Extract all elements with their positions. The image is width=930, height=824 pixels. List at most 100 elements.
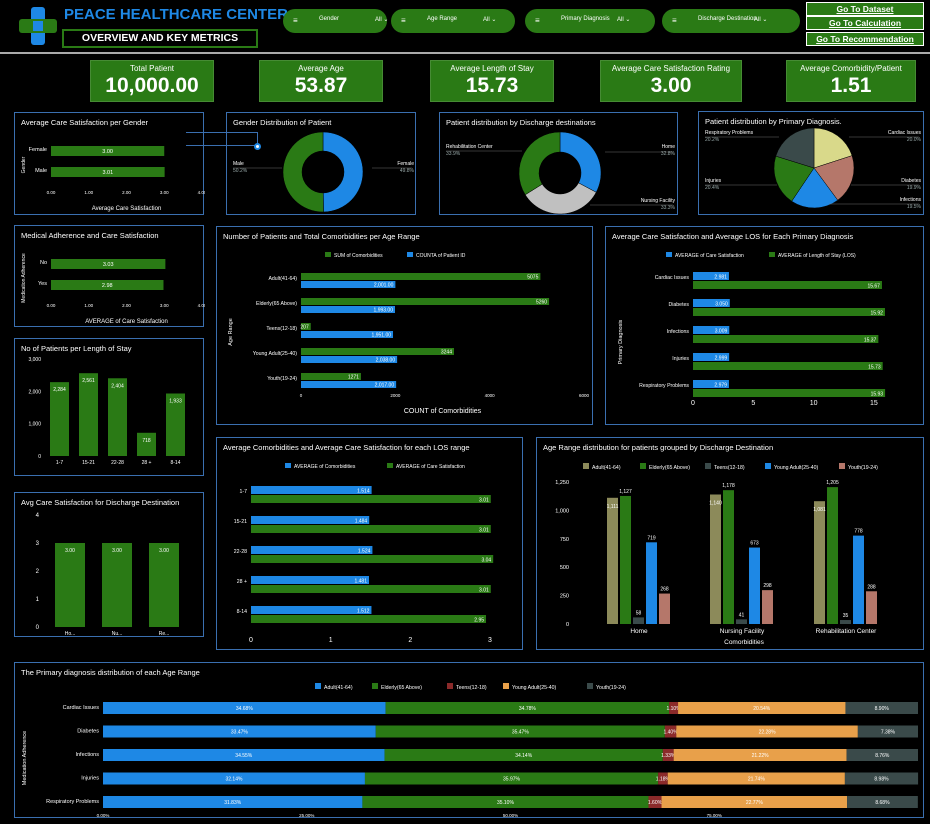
tick-label: 15: [870, 400, 878, 407]
category-label: Yes: [38, 281, 47, 287]
filter-primary-diagnosis[interactable]: ≡ Primary Diagnosis All ⌄: [525, 9, 655, 33]
data-label: 3.00: [159, 548, 169, 554]
bar: [853, 535, 864, 624]
tick-label: 0: [38, 454, 41, 460]
legend-label: COUNTA of Patient ID: [416, 253, 466, 259]
go-to-recommendation-button[interactable]: Go To Recommendation: [806, 32, 924, 46]
filter-age-range[interactable]: ≡ Age Range All ⌄: [391, 9, 515, 33]
chart-care-satisfaction-gender: Female 3.00 Male 3.01 0.00 1.00 2.00 3.00 4.00 Av…: [21, 146, 207, 212]
kpi-average-los: Average Length of Stay 15.73: [430, 60, 554, 102]
category-label: 22-28: [234, 549, 247, 555]
bar: [251, 546, 373, 554]
data-label: 5075: [527, 275, 538, 281]
category-label: Cardiac Issues: [63, 705, 100, 711]
filter-value: All ⌄: [375, 17, 389, 23]
data-label: 1.484: [355, 519, 368, 525]
data-label: 2,284: [53, 387, 66, 393]
chart-age-range-comorbidities: SUM of Comorbidities COUNTA of Patient ID…: [228, 252, 590, 415]
category-label: 1-7: [56, 460, 63, 466]
data-label: 35.97%: [503, 777, 521, 783]
data-label: 8.98%: [874, 777, 889, 783]
connector-line: [186, 132, 258, 146]
chart-los-comorbidities: AVERAGE of Comorbidities AVERAGE of Care …: [234, 463, 494, 644]
bar: [50, 382, 69, 456]
pie-slice: [518, 131, 561, 196]
slice-label: Diabetes: [901, 178, 921, 184]
bar: [251, 606, 372, 614]
data-label: 2,017.00: [375, 383, 395, 389]
data-label: 8.76%: [875, 753, 890, 759]
data-label: 33.47%: [231, 730, 249, 736]
legend-swatch: [447, 683, 453, 689]
go-to-dataset-button[interactable]: Go To Dataset: [806, 2, 924, 16]
tick-label: 1.00: [84, 190, 93, 195]
data-label: 22.28%: [759, 730, 777, 736]
data-label: 7.38%: [881, 730, 896, 736]
category-label: Respiratory Problems: [46, 799, 99, 805]
slice-pct-label: 20.2%: [705, 137, 720, 143]
bar: [827, 487, 838, 624]
tick-label: 0: [249, 637, 253, 644]
panel-diagnosis-age-range: The Primary diagnosis distribution of ea…: [14, 662, 924, 818]
tick-label: 250: [560, 594, 569, 600]
data-label: 3.03: [103, 262, 114, 268]
tick-label: 2000: [390, 393, 401, 398]
filter-gender[interactable]: ≡ Gender All ⌄: [283, 9, 389, 33]
chart-discharge-satisfaction: 0 1 2 3 4 3.00 Ho... 3.00 Nu... 3.00 Re...: [36, 513, 179, 637]
tick-label: 2.00: [122, 190, 131, 195]
legend-label: Elderly(65 Above): [381, 685, 422, 691]
filter-discharge-destination[interactable]: ≡ Discharge Destination All ⌄: [662, 9, 800, 33]
category-label: 28 +: [142, 460, 152, 466]
data-label: 15.37: [864, 338, 877, 344]
category-label: Female: [29, 147, 47, 153]
category-label: 28 +: [237, 579, 247, 585]
bar: [251, 495, 491, 503]
tick-label: 1,000: [555, 508, 569, 514]
kpi-total-patient: Total Patient 10,000.00: [90, 60, 214, 102]
tick-label: 0.00%: [97, 813, 110, 818]
bar: [693, 389, 886, 397]
legend-swatch: [587, 683, 593, 689]
category-label: 8-14: [237, 609, 247, 615]
category-label: Teens(12-18): [266, 326, 297, 332]
bar: [723, 490, 734, 624]
tick-label: 2.00: [122, 303, 131, 308]
category-label: Injuries: [672, 356, 689, 362]
data-label: 778: [854, 529, 863, 535]
bar: [693, 335, 879, 343]
data-label: 32.14%: [225, 777, 243, 783]
tick-label: 3.00: [160, 190, 169, 195]
data-label: 3.00: [65, 548, 75, 554]
tick-label: 2,000: [28, 389, 41, 395]
chart-los-patients: 0 1,000 2,000 3,000 2,284 1-7 2,561 15-21 2,404 2…: [28, 357, 185, 466]
data-label: 3.050: [715, 302, 728, 308]
category-label: 15-21: [82, 460, 95, 466]
legend-swatch: [407, 252, 413, 257]
category-label: Rehabilitation Center: [816, 628, 878, 635]
legend-label: Teens(12-18): [714, 465, 745, 471]
bar: [762, 590, 773, 624]
legend-swatch: [503, 683, 509, 689]
data-label: 3.009: [715, 329, 728, 335]
data-label: 207: [300, 325, 309, 331]
bar: [814, 501, 825, 624]
go-to-calculation-button[interactable]: Go To Calculation: [806, 16, 924, 30]
data-label: 41: [739, 612, 745, 618]
data-label: 1,178: [722, 483, 735, 489]
legend-swatch: [839, 463, 845, 469]
data-label: 719: [647, 535, 656, 541]
data-label: 34.68%: [236, 706, 254, 712]
slice-label: Home: [662, 144, 676, 150]
legend-swatch: [372, 683, 378, 689]
bar: [620, 495, 631, 624]
bar: [251, 615, 487, 623]
pie-slice: [322, 131, 364, 213]
bar: [693, 308, 885, 316]
tick-label: 1: [36, 597, 40, 603]
slice-label: Female: [397, 161, 414, 167]
bar: [108, 378, 127, 456]
data-label: 2,001.00: [374, 283, 394, 289]
chart-gender-distribution: Female49.8% Male50.2%: [233, 131, 415, 213]
legend-label: Young Adult(25-40): [774, 465, 818, 471]
tick-label: 0: [566, 622, 569, 628]
